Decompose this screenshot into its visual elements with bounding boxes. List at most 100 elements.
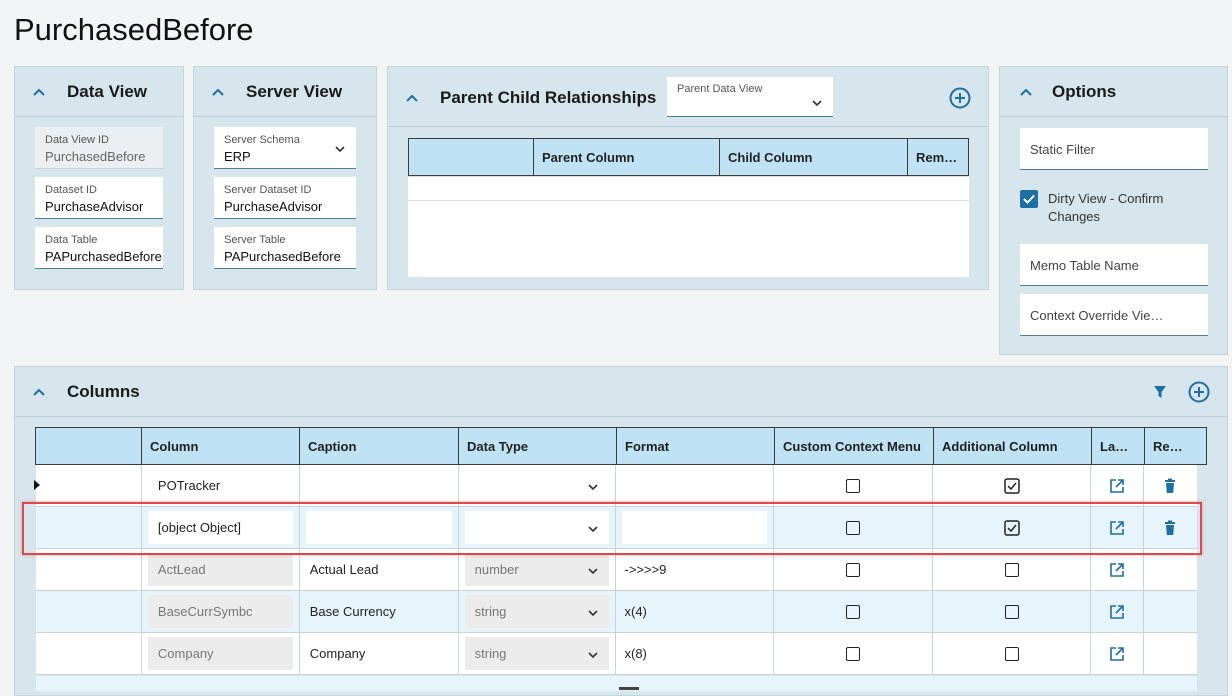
table-row[interactable]: BaseCurrSymbc Base Currency string x(4) xyxy=(36,591,1197,633)
format-value[interactable]: x(4) xyxy=(616,604,646,619)
field-value[interactable]: ERP xyxy=(224,149,251,164)
data-view-header[interactable]: Data View xyxy=(15,67,183,117)
caption-cell[interactable]: Base Currency xyxy=(300,591,459,632)
launch-cell[interactable] xyxy=(1091,549,1145,590)
additional-column-cell[interactable] xyxy=(933,465,1092,506)
remove-cell[interactable] xyxy=(1144,465,1197,506)
field-value[interactable]: PurchaseAdvisor xyxy=(45,199,143,214)
format-cell[interactable]: ->>>>9 xyxy=(616,549,775,590)
format-value[interactable]: ->>>>9 xyxy=(616,562,666,577)
header-column[interactable]: Column xyxy=(142,428,300,464)
header-launch[interactable]: La… xyxy=(1092,428,1145,464)
custom-context-menu-cell[interactable] xyxy=(774,549,934,590)
chevron-up-icon[interactable] xyxy=(404,90,420,106)
column-cell[interactable]: POTracker xyxy=(142,465,300,506)
launch-cell[interactable] xyxy=(1091,465,1145,506)
add-relationship-icon[interactable] xyxy=(949,87,971,109)
caption-value[interactable]: Company xyxy=(300,646,366,661)
parent-child-title: Parent Child Relationships xyxy=(440,88,657,107)
caption-cell[interactable]: Actual Lead xyxy=(300,549,459,590)
open-external-icon[interactable] xyxy=(1109,604,1125,620)
add-column-icon[interactable] xyxy=(1188,381,1210,403)
chevron-up-icon[interactable] xyxy=(31,384,47,400)
caption-cell[interactable]: Company xyxy=(300,633,459,674)
open-external-icon[interactable] xyxy=(1109,562,1125,578)
header-data-type[interactable]: Data Type xyxy=(459,428,617,464)
format-cell[interactable]: x(4) xyxy=(616,591,775,632)
dirty-view-checkbox-row[interactable]: Dirty View - Confirm Changes xyxy=(1020,188,1210,228)
format-value[interactable]: x(8) xyxy=(616,646,646,661)
additional-column-cell[interactable] xyxy=(933,633,1092,674)
header-remove[interactable]: Rem… xyxy=(908,139,968,175)
additional-column-cell[interactable] xyxy=(933,591,1092,632)
header-child-column[interactable]: Child Column xyxy=(720,139,908,175)
field-value[interactable]: PurchaseAdvisor xyxy=(224,199,322,214)
additional-column-cell[interactable] xyxy=(933,549,1092,590)
header-cell[interactable] xyxy=(36,428,142,464)
launch-cell[interactable] xyxy=(1091,633,1145,674)
open-external-icon[interactable] xyxy=(1109,646,1125,662)
chevron-up-icon[interactable] xyxy=(210,84,226,100)
table-row[interactable]: Company Company string x(8) xyxy=(36,633,1197,675)
trash-icon[interactable] xyxy=(1162,478,1178,494)
server-schema-select[interactable]: Server Schema ERP xyxy=(214,127,356,169)
resize-handle[interactable] xyxy=(619,687,639,690)
parent-child-header[interactable]: Parent Child Relationships Parent Data V… xyxy=(388,67,988,127)
header-format[interactable]: Format xyxy=(617,428,775,464)
launch-cell[interactable] xyxy=(1091,591,1145,632)
filter-icon[interactable] xyxy=(1153,385,1167,399)
column-name[interactable]: POTracker xyxy=(158,478,220,493)
parent-data-view-select[interactable]: Parent Data View xyxy=(667,77,833,117)
relationships-grid-header: Parent Column Child Column Rem… xyxy=(408,138,969,176)
checkbox-checked-icon[interactable] xyxy=(1003,477,1020,494)
custom-context-menu-cell[interactable] xyxy=(774,633,934,674)
custom-context-menu-cell[interactable] xyxy=(774,465,934,506)
header-parent-column[interactable]: Parent Column xyxy=(534,139,720,175)
server-dataset-id-field[interactable]: Server Dataset ID PurchaseAdvisor xyxy=(214,177,356,219)
chevron-down-icon[interactable] xyxy=(334,143,346,155)
format-cell[interactable] xyxy=(616,465,775,506)
data-type-value: string xyxy=(474,604,507,619)
column-cell: Company xyxy=(142,633,300,674)
data-table-field[interactable]: Data Table PAPurchasedBefore xyxy=(35,227,163,269)
header-custom-context-menu[interactable]: Custom Context Menu xyxy=(775,428,934,464)
chevron-down-icon[interactable] xyxy=(811,97,823,109)
header-remove[interactable]: Re… xyxy=(1145,428,1198,464)
open-external-icon[interactable] xyxy=(1109,478,1125,494)
checkbox-unchecked[interactable] xyxy=(1004,646,1019,661)
header-caption[interactable]: Caption xyxy=(300,428,459,464)
server-view-header[interactable]: Server View xyxy=(194,67,376,117)
static-filter-field[interactable]: Static Filter xyxy=(1020,128,1208,170)
format-cell[interactable]: x(8) xyxy=(616,633,775,674)
data-type-cell[interactable] xyxy=(459,465,617,506)
header-additional-column[interactable]: Additional Column xyxy=(934,428,1092,464)
memo-table-field[interactable]: Memo Table Name xyxy=(1020,244,1208,286)
checkbox-unchecked[interactable] xyxy=(1004,604,1019,619)
field-placeholder[interactable]: Memo Table Name xyxy=(1030,258,1139,273)
checkbox-unchecked[interactable] xyxy=(846,562,861,577)
checkbox-unchecked[interactable] xyxy=(846,646,861,661)
checkbox-unchecked[interactable] xyxy=(1004,562,1019,577)
checkbox-checked-icon[interactable] xyxy=(1020,190,1038,208)
field-value[interactable]: PAPurchasedBefore xyxy=(224,249,341,264)
table-row[interactable]: POTracker xyxy=(34,465,1197,507)
chevron-up-icon[interactable] xyxy=(31,84,47,100)
field-placeholder[interactable]: Context Override Vie… xyxy=(1030,308,1163,323)
options-header[interactable]: Options xyxy=(1000,67,1227,117)
header-cell[interactable] xyxy=(409,139,534,175)
context-override-field[interactable]: Context Override Vie… xyxy=(1020,294,1208,336)
caption-value[interactable]: Actual Lead xyxy=(300,562,379,577)
dataset-id-field[interactable]: Dataset ID PurchaseAdvisor xyxy=(35,177,163,219)
caption-value[interactable]: Base Currency xyxy=(300,604,396,619)
caption-cell[interactable] xyxy=(300,465,459,506)
server-table-field[interactable]: Server Table PAPurchasedBefore xyxy=(214,227,356,269)
columns-header[interactable]: Columns xyxy=(15,367,1227,417)
field-placeholder[interactable]: Static Filter xyxy=(1030,142,1095,157)
table-row[interactable]: ActLead Actual Lead number ->>>>9 xyxy=(36,549,1197,591)
checkbox-unchecked[interactable] xyxy=(846,604,861,619)
chevron-down-icon[interactable] xyxy=(587,481,599,493)
custom-context-menu-cell[interactable] xyxy=(774,591,934,632)
chevron-up-icon[interactable] xyxy=(1018,84,1034,100)
field-value[interactable]: PAPurchasedBefore xyxy=(45,249,162,264)
checkbox-unchecked[interactable] xyxy=(846,478,861,493)
